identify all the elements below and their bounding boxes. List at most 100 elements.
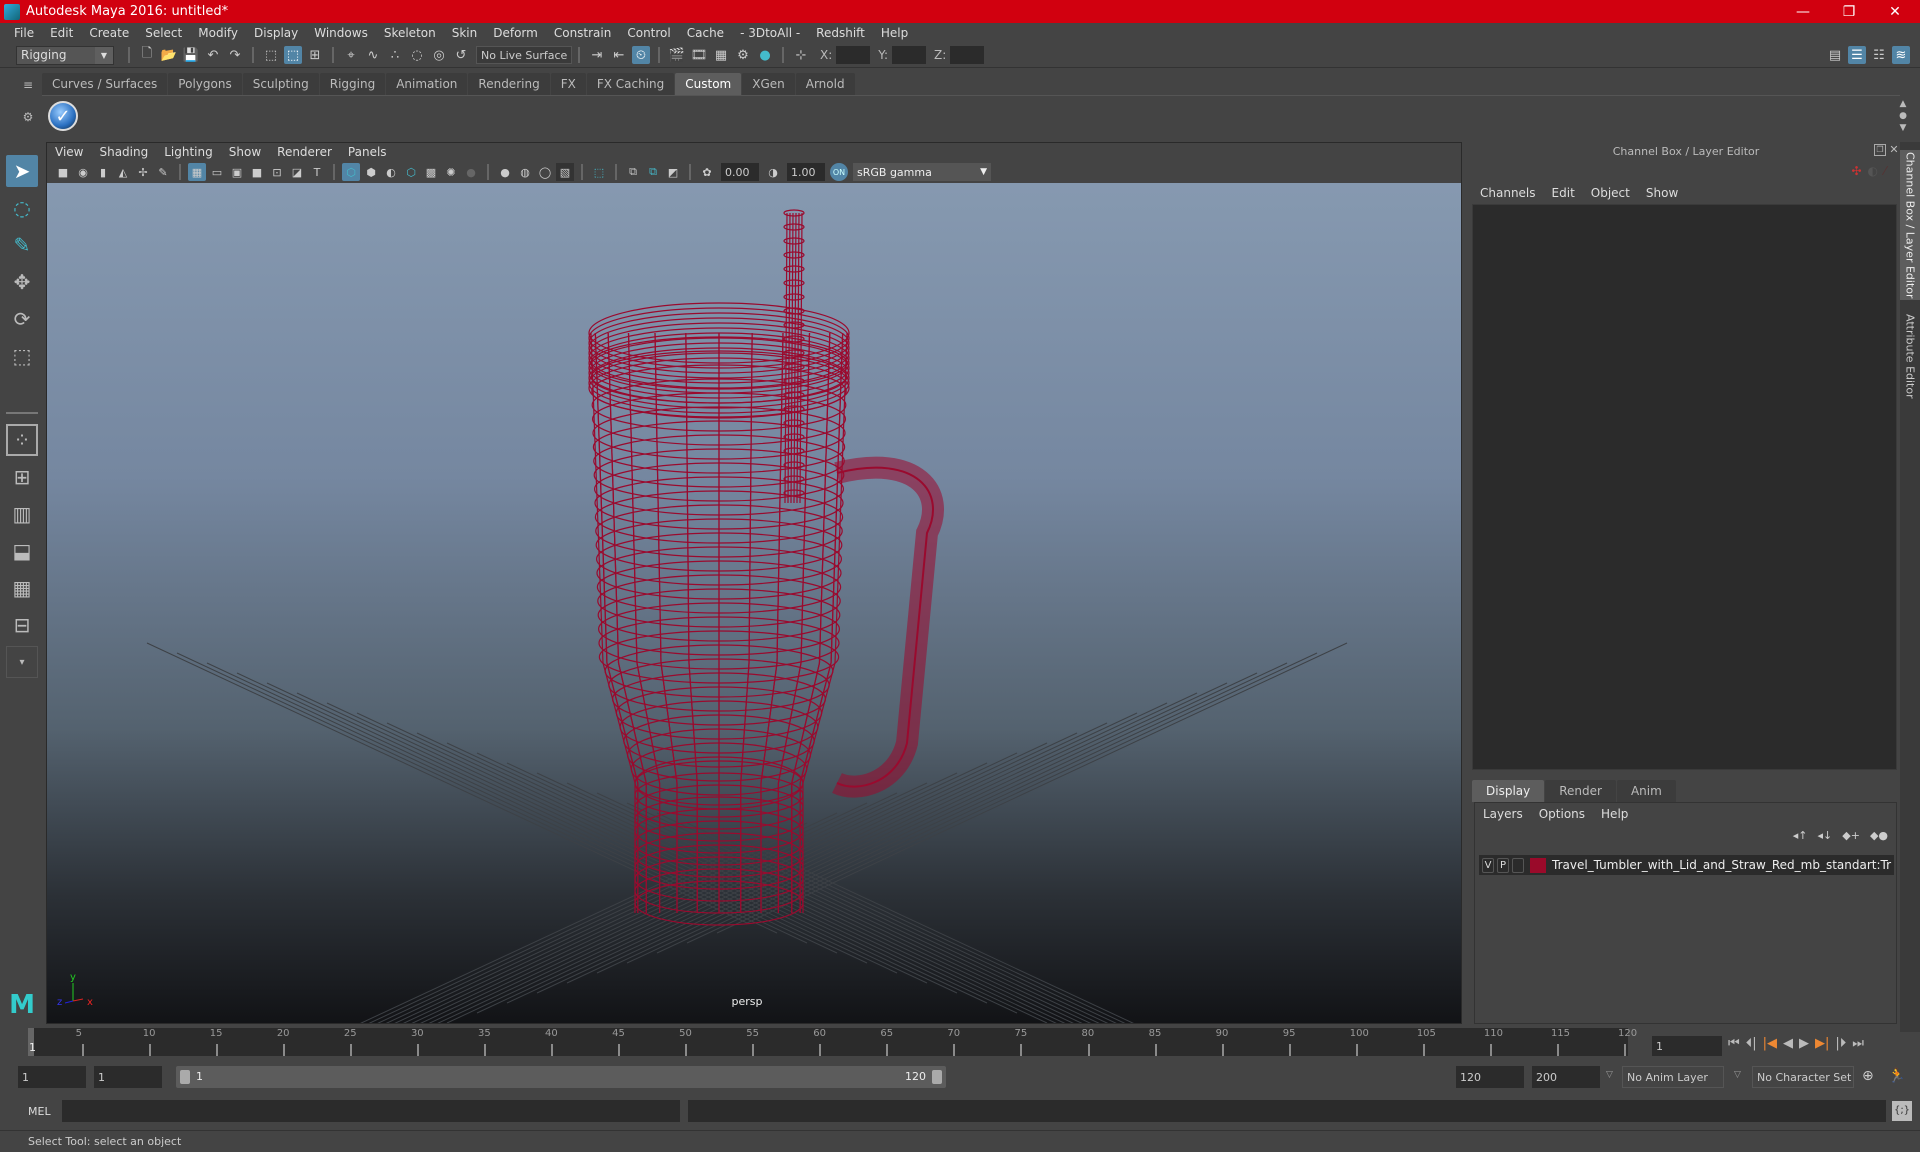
exposure-icon[interactable]: ✿ bbox=[698, 163, 716, 181]
channel-box-area[interactable] bbox=[1472, 204, 1897, 770]
layer-display-type-toggle[interactable] bbox=[1512, 857, 1524, 873]
step-back-frame-icon[interactable]: |◀ bbox=[1763, 1036, 1777, 1051]
select-hierarchy-icon[interactable]: ⬚ bbox=[262, 46, 280, 64]
play-forward-icon[interactable]: ▶ bbox=[1799, 1036, 1809, 1051]
shadows-icon[interactable]: ● bbox=[462, 163, 480, 181]
redo-icon[interactable]: ↷ bbox=[226, 46, 244, 64]
safe-title-icon[interactable]: T bbox=[308, 163, 326, 181]
float-panel-icon[interactable]: ❐ bbox=[1874, 144, 1886, 156]
shading-toggle-icon[interactable]: ◐ bbox=[1868, 164, 1878, 178]
playback-end-field[interactable]: 120 bbox=[1456, 1066, 1524, 1088]
viewport-menu-panels[interactable]: Panels bbox=[348, 145, 387, 159]
attribute-editor-toggle-icon[interactable]: ☰ bbox=[1848, 46, 1866, 64]
construction-history-icon[interactable]: ⏲ bbox=[632, 46, 650, 64]
x-ray-icon[interactable]: ⬡ bbox=[402, 163, 420, 181]
z-coordinate-field[interactable] bbox=[950, 46, 985, 64]
select-component-icon[interactable]: ⊞ bbox=[306, 46, 324, 64]
tab-display[interactable]: Display bbox=[1472, 780, 1545, 802]
shelf-tab-polygons[interactable]: Polygons bbox=[168, 73, 242, 95]
ipr-render-icon[interactable]: ▦ bbox=[712, 46, 730, 64]
script-editor-icon[interactable]: {;} bbox=[1892, 1101, 1912, 1121]
go-to-start-icon[interactable]: ⏮ bbox=[1728, 1036, 1740, 1051]
shelf-tab-curves-surfaces[interactable]: Curves / Surfaces bbox=[42, 73, 168, 95]
input-ops-icon[interactable]: ⇥ bbox=[588, 46, 606, 64]
snap-point-icon[interactable]: ∴ bbox=[386, 46, 404, 64]
depth-of-field-icon[interactable]: ▧ bbox=[556, 163, 574, 181]
smooth-shade-icon[interactable]: ⬢ bbox=[362, 163, 380, 181]
move-layer-down-icon[interactable]: ◂↓ bbox=[1818, 829, 1833, 842]
animation-preferences-icon[interactable]: 🏃 bbox=[1888, 1068, 1905, 1084]
camera-icon[interactable]: ■ bbox=[54, 163, 72, 181]
hud-icon[interactable]: ◩ bbox=[664, 163, 682, 181]
menu-3dtoall[interactable]: - 3DtoAll - bbox=[740, 26, 800, 40]
scene-end-field[interactable]: 200 bbox=[1532, 1066, 1600, 1088]
side-tab-attribute-editor[interactable]: Attribute Editor bbox=[1900, 306, 1920, 406]
live-surface-field[interactable]: No Live Surface bbox=[476, 46, 572, 64]
select-tool-icon[interactable]: ➤ bbox=[6, 155, 38, 187]
maximize-button[interactable]: ❐ bbox=[1826, 0, 1872, 23]
snap-surface-icon[interactable]: ◎ bbox=[430, 46, 448, 64]
menu-channels[interactable]: Channels bbox=[1480, 186, 1536, 200]
make-live-icon[interactable]: ↺ bbox=[452, 46, 470, 64]
menu-options[interactable]: Options bbox=[1539, 807, 1585, 821]
four-view-layout-icon[interactable]: ⊞ bbox=[6, 461, 38, 493]
safe-action-icon[interactable]: ◪ bbox=[288, 163, 306, 181]
menu-windows[interactable]: Windows bbox=[314, 26, 368, 40]
viewport-menu-shading[interactable]: Shading bbox=[99, 145, 148, 159]
viewport-menu-lighting[interactable]: Lighting bbox=[164, 145, 213, 159]
shelf-tab-animation[interactable]: Animation bbox=[386, 73, 468, 95]
open-scene-icon[interactable]: 📂 bbox=[160, 46, 178, 64]
wireframe-icon[interactable]: ⬡ bbox=[342, 163, 360, 181]
menu-constrain[interactable]: Constrain bbox=[554, 26, 612, 40]
outliner-persp-layout-icon[interactable]: ▥ bbox=[6, 498, 38, 530]
range-slider[interactable]: 1 120 bbox=[176, 1066, 946, 1088]
shelf-tab-rigging[interactable]: Rigging bbox=[319, 73, 386, 95]
resolution-gate-icon[interactable]: ▣ bbox=[228, 163, 246, 181]
field-chart-icon[interactable]: ⊡ bbox=[268, 163, 286, 181]
scene-start-field[interactable]: 1 bbox=[18, 1066, 86, 1088]
hypershade-persp-layout-icon[interactable]: ▦ bbox=[6, 572, 38, 604]
menu-modify[interactable]: Modify bbox=[198, 26, 238, 40]
checkmark-shelf-button[interactable]: ✓ bbox=[48, 101, 78, 131]
manipulator-icon[interactable]: ✣ bbox=[1851, 164, 1861, 178]
menu-set-dropdown[interactable]: Rigging ▼ bbox=[16, 45, 114, 65]
grease-pencil-icon[interactable]: ✎ bbox=[154, 163, 172, 181]
command-language-toggle[interactable]: MEL bbox=[28, 1105, 51, 1118]
view-transform-dropdown[interactable]: sRGB gamma ▼ bbox=[853, 163, 991, 181]
viewport-menu-show[interactable]: Show bbox=[229, 145, 261, 159]
new-layer-icon[interactable]: ◆+ bbox=[1842, 829, 1860, 842]
channel-box-toggle-icon[interactable]: ≋ bbox=[1892, 46, 1910, 64]
play-backward-icon[interactable]: ◀ bbox=[1783, 1036, 1793, 1051]
wireframe-on-shaded-icon[interactable]: ◐ bbox=[382, 163, 400, 181]
move-tool-icon[interactable]: ✥ bbox=[6, 266, 38, 298]
menu-layers[interactable]: Layers bbox=[1483, 807, 1523, 821]
modeling-toolkit-icon[interactable]: ▤ bbox=[1826, 46, 1844, 64]
output-ops-icon[interactable]: ⇤ bbox=[610, 46, 628, 64]
playback-start-field[interactable]: 1 bbox=[94, 1066, 162, 1088]
isolate-select-icon[interactable]: ⬚ bbox=[590, 163, 608, 181]
bookmark-icon[interactable]: ▮ bbox=[94, 163, 112, 181]
tool-settings-icon[interactable]: ☷ bbox=[1870, 46, 1888, 64]
anim-layer-chevron-icon[interactable]: ▽ bbox=[1606, 1070, 1613, 1080]
gamma-field[interactable]: 1.00 bbox=[787, 163, 825, 181]
step-back-key-icon[interactable]: ⏴| bbox=[1746, 1036, 1757, 1051]
shelf-menu-icon[interactable]: ≡ bbox=[18, 78, 38, 92]
render-frame-icon[interactable]: 🎞 bbox=[690, 46, 708, 64]
viewport-menu-view[interactable]: View bbox=[55, 145, 83, 159]
custom-layout-icon[interactable]: ▾ bbox=[6, 646, 38, 678]
menu-help[interactable]: Help bbox=[881, 26, 908, 40]
slider-icon[interactable]: ⁄ bbox=[1884, 164, 1886, 178]
image-plane-icon[interactable]: ◭ bbox=[114, 163, 132, 181]
select-object-icon[interactable]: ⬚ bbox=[284, 46, 302, 64]
new-layer-selected-icon[interactable]: ◆● bbox=[1870, 829, 1888, 842]
go-to-end-icon[interactable]: ⏭ bbox=[1852, 1036, 1864, 1051]
shelf-tab-sculpting[interactable]: Sculpting bbox=[242, 73, 319, 95]
render-settings-icon[interactable]: ⚙ bbox=[734, 46, 752, 64]
menu-skin[interactable]: Skin bbox=[452, 26, 478, 40]
close-panel-icon[interactable]: ✕ bbox=[1888, 144, 1900, 156]
film-gate-icon[interactable]: ▭ bbox=[208, 163, 226, 181]
y-coordinate-field[interactable] bbox=[892, 46, 927, 64]
transform-input-icon[interactable]: ⊹ bbox=[792, 46, 810, 64]
move-layer-up-icon[interactable]: ◂↑ bbox=[1793, 829, 1808, 842]
xray-joints-icon[interactable]: ⧉ bbox=[624, 163, 642, 181]
